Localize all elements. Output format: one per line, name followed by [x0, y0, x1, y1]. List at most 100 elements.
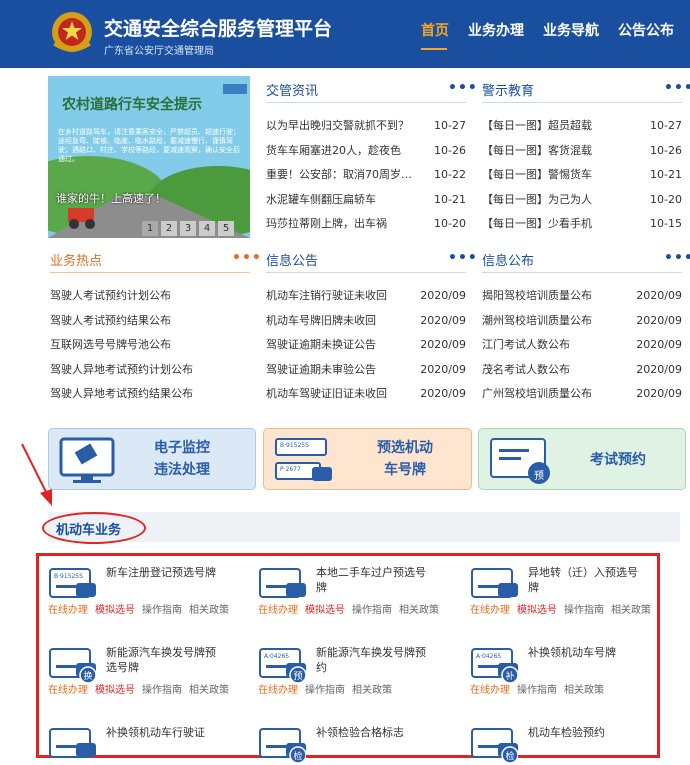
card-label: 预选机动 车号牌: [377, 440, 433, 478]
card-plate-preselect[interactable]: B·91525S P·2677 预选机动 车号牌: [263, 428, 472, 490]
list-item[interactable]: 机动车注销行驶证未收回 2020/09: [266, 284, 466, 309]
banner-headline: 农村道路行车安全提示: [62, 97, 202, 113]
service-link-policy[interactable]: 相关政策: [611, 605, 651, 616]
service-name[interactable]: 异地转（迁）入预选号牌: [528, 565, 640, 595]
service-links: 在线办理 模拟选号 操作指南 相关政策: [48, 601, 236, 616]
list-item[interactable]: 揭阳驾校培训质量公布 2020/09: [482, 284, 682, 309]
list-item[interactable]: 重要！公安部：取消70周岁以上 10-22: [266, 163, 466, 188]
service-name[interactable]: 机动车检验预约: [528, 725, 640, 740]
list-item[interactable]: 【每日一图】超员超载 10-27: [482, 114, 682, 139]
ev-plate-reserve-icon: 预A·04265: [259, 648, 306, 684]
list-item[interactable]: 驾驶证逾期未换证公告 2020/09: [266, 333, 466, 358]
service-name[interactable]: 本地二手车过户预选号牌: [316, 565, 428, 595]
section-title-warning[interactable]: 警示教育: [482, 80, 534, 99]
service-links: 在线办理 模拟选号 操作指南 相关政策: [258, 601, 446, 616]
service-link-online[interactable]: 在线办理: [48, 685, 88, 696]
more-notices-button[interactable]: •••: [448, 250, 478, 266]
banner-caption: 谁家的牛！上高速了！: [56, 192, 166, 205]
service-links: 在线办理 模拟选号 操作指南 相关政策: [470, 601, 658, 616]
service-link-guide[interactable]: 操作指南: [352, 605, 392, 616]
service-link-online[interactable]: 在线办理: [258, 685, 298, 696]
card-e-monitoring[interactable]: 电子监控 违法处理: [48, 428, 256, 490]
service-link-simulate[interactable]: 模拟选号: [95, 605, 135, 616]
nav-business[interactable]: 业务办理: [468, 20, 524, 40]
service-link-policy[interactable]: 相关政策: [352, 685, 392, 696]
service-name[interactable]: 补领检验合格标志: [316, 725, 428, 740]
used-car-transfer-icon: [259, 568, 306, 598]
service-link-guide[interactable]: 操作指南: [564, 605, 604, 616]
publications-list: 揭阳驾校培训质量公布 2020/09 潮州驾校培训质量公布 2020/09 江门考试…: [482, 284, 682, 407]
list-item[interactable]: 【每日一图】客货混载 10-26: [482, 139, 682, 164]
service-name[interactable]: 新车注册登记预选号牌: [106, 565, 218, 580]
site-subtitle: 广东省公安厅交通管理局: [104, 46, 214, 57]
service-link-online[interactable]: 在线办理: [48, 605, 88, 616]
service-link-guide[interactable]: 操作指南: [142, 685, 182, 696]
nav-home[interactable]: 首页: [421, 20, 449, 40]
service-link-policy[interactable]: 相关政策: [399, 605, 439, 616]
more-hotspot-button[interactable]: •••: [232, 250, 262, 266]
section-title-hotspot[interactable]: 业务热点: [50, 250, 102, 269]
list-item[interactable]: 潮州驾校培训质量公布 2020/09: [482, 309, 682, 334]
service-badge: 检: [505, 750, 514, 762]
warning-list: 【每日一图】超员超载 10-27 【每日一图】客货混载 10-26 【每日一图】警惕…: [482, 114, 682, 237]
list-item[interactable]: 以为早出晚归交警就抓不到？ 10-27: [266, 114, 466, 139]
banner-page-5[interactable]: 5: [218, 221, 234, 236]
service-link-policy[interactable]: 相关政策: [189, 605, 229, 616]
replace-plate-icon: 补A·04265: [471, 648, 518, 684]
service-link-simulate[interactable]: 模拟选号: [95, 685, 135, 696]
nav-active-indicator: [421, 48, 447, 50]
service-name[interactable]: 新能源汽车换发号牌预约: [316, 645, 428, 675]
service-link-policy[interactable]: 相关政策: [189, 685, 229, 696]
list-item[interactable]: 江门考试人数公布 2020/09: [482, 333, 682, 358]
more-news-button[interactable]: •••: [448, 80, 478, 96]
section-title-news[interactable]: 交管资讯: [266, 80, 318, 99]
section-title-notices[interactable]: 信息公告: [266, 250, 318, 269]
list-item[interactable]: 水泥罐车侧翻压扁轿车 10-21: [266, 188, 466, 213]
service-link-guide[interactable]: 操作指南: [142, 605, 182, 616]
list-item[interactable]: 机动车号牌旧牌未收回 2020/09: [266, 309, 466, 334]
card-exam-booking[interactable]: 预 考试预约: [478, 428, 686, 490]
service-link-guide[interactable]: 操作指南: [305, 685, 345, 696]
list-item[interactable]: 广州驾校培训质量公布 2020/09: [482, 382, 682, 407]
service-link-guide[interactable]: 操作指南: [517, 685, 557, 696]
list-item[interactable]: 互联网选号号牌号池公布: [50, 333, 250, 358]
service-link-simulate[interactable]: 模拟选号: [305, 605, 345, 616]
more-publications-button[interactable]: •••: [664, 250, 690, 266]
nav-announcements[interactable]: 公告公布: [618, 20, 674, 40]
list-item[interactable]: 驾驶人考试预约计划公布: [50, 284, 250, 309]
list-item[interactable]: 驾驶人异地考试预约计划公布: [50, 358, 250, 383]
banner-carousel[interactable]: 农村道路行车安全提示 在乡村道路驾车，请注意乘客安全，严禁超员、超速行驶；途经急…: [48, 76, 250, 238]
list-item[interactable]: 【每日一图】警惕货车 10-21: [482, 163, 682, 188]
service-name[interactable]: 新能源汽车换发号牌预选号牌: [106, 645, 218, 675]
card-plate-text-2: P·2677: [280, 466, 301, 473]
list-item[interactable]: 【每日一图】为己为人 10-20: [482, 188, 682, 213]
list-item[interactable]: 驾驶人异地考试预约结果公布: [50, 382, 250, 407]
banner-page-4[interactable]: 4: [199, 221, 215, 236]
more-warning-button[interactable]: •••: [664, 80, 690, 96]
list-item[interactable]: 驾驶人考试预约结果公布: [50, 309, 250, 334]
new-car-plate-icon: B·91525S: [49, 568, 96, 598]
service-link-online[interactable]: 在线办理: [470, 685, 510, 696]
service-link-policy[interactable]: 相关政策: [564, 685, 604, 696]
header-bar: 交通安全综合服务管理平台 广东省公安厅交通管理局 首页 业务办理 业务导航 公告…: [0, 0, 690, 68]
list-item[interactable]: 【每日一图】少看手机 10-15: [482, 212, 682, 237]
list-item[interactable]: 茂名考试人数公布 2020/09: [482, 358, 682, 383]
divider: [482, 272, 682, 273]
banner-page-1[interactable]: 1: [142, 221, 158, 236]
list-item[interactable]: 货车车厢塞进20人，趁夜色 10-26: [266, 139, 466, 164]
banner-page-3[interactable]: 3: [180, 221, 196, 236]
list-item[interactable]: 驾驶证逾期未审验公告 2020/09: [266, 358, 466, 383]
nav-guide[interactable]: 业务导航: [543, 20, 599, 40]
list-item[interactable]: 玛莎拉蒂刚上牌，出车祸 10-20: [266, 212, 466, 237]
service-name[interactable]: 补换领机动车号牌: [528, 645, 640, 660]
service-links: 在线办理 操作指南 相关政策: [258, 681, 399, 696]
replace-license-icon: [49, 728, 96, 758]
service-link-online[interactable]: 在线办理: [470, 605, 510, 616]
service-plate-text: A·04265: [476, 653, 501, 660]
section-title-publications[interactable]: 信息公布: [482, 250, 534, 269]
service-link-simulate[interactable]: 模拟选号: [517, 605, 557, 616]
banner-page-2[interactable]: 2: [161, 221, 177, 236]
list-item[interactable]: 机动车驾驶证旧证未收回 2020/09: [266, 382, 466, 407]
service-name[interactable]: 补换领机动车行驶证: [106, 725, 218, 740]
service-link-online[interactable]: 在线办理: [258, 605, 298, 616]
